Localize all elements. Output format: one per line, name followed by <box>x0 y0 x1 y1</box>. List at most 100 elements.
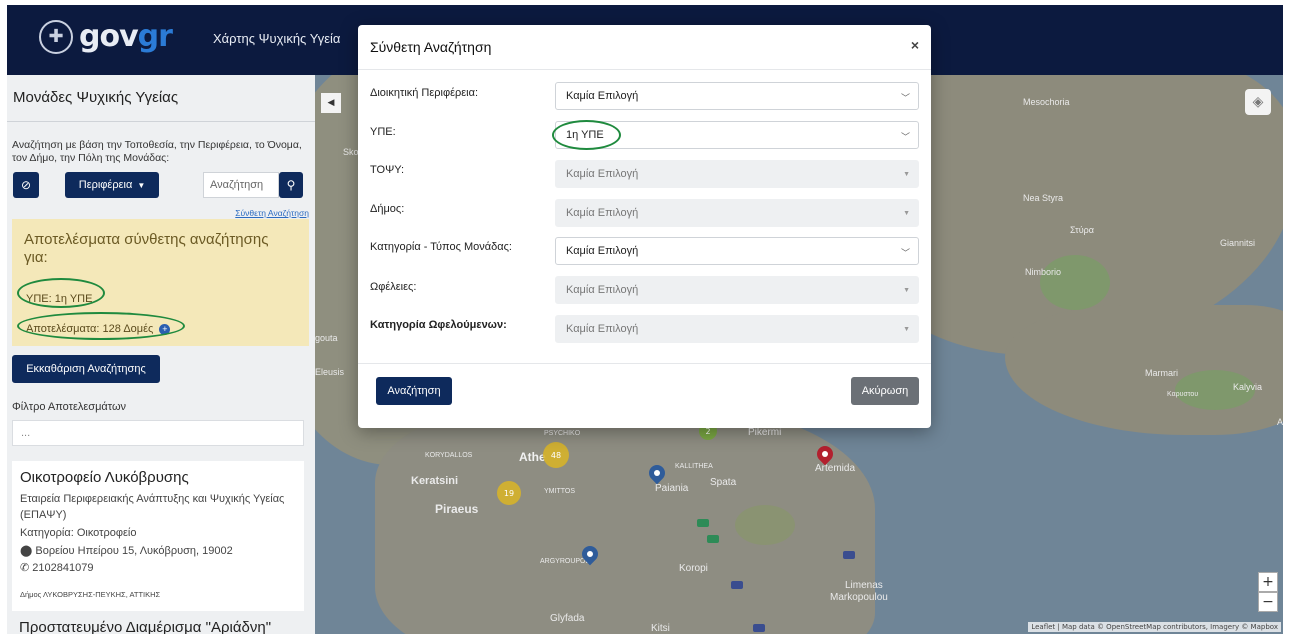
cancel-button[interactable]: Ακύρωση <box>851 377 919 405</box>
map-label-keratsini: Keratsini <box>411 475 459 487</box>
field-label-benefits: Ωφέλειες: <box>370 281 417 293</box>
card-phone-text: 2102841079 <box>32 562 94 574</box>
map-label-korydallos: KORYDALLOS <box>425 452 473 459</box>
govgr-logo[interactable]: ✚ govgr <box>39 19 173 54</box>
sidebar-title: Μονάδες Ψυχικής Υγείας <box>13 89 179 106</box>
map-label-marmari: Marmari <box>1145 368 1178 378</box>
card-title[interactable]: Οικοτροφείο Λυκόβρυσης <box>20 469 189 486</box>
select-topsy-value: Καμία Επιλογή <box>566 168 639 180</box>
map-label-spata: Spata <box>710 477 737 488</box>
field-label-ype: ΥΠΕ: <box>370 126 396 138</box>
highlight-ellipse-ype <box>17 278 105 308</box>
results-heading: Αποτελέσματα σύνθετης αναζήτησης για: <box>24 231 269 266</box>
map-label-kallithea: KALLITHEA <box>675 463 713 470</box>
caret-down-icon: ▼ <box>903 287 910 294</box>
chevron-down-icon: ﹀ <box>900 132 910 142</box>
map-attribution[interactable]: Leaflet | Map data © OpenStreetMap contr… <box>1028 622 1281 632</box>
chevron-down-icon: ﹀ <box>900 93 910 103</box>
road-badge <box>843 551 855 559</box>
map-label-sko: Sko <box>343 147 359 157</box>
field-label-beneficiaries: Κατηγορία Ωφελούμενων: <box>370 319 507 331</box>
select-topsy[interactable]: Καμία Επιλογή ▼ <box>555 160 919 188</box>
locate-button[interactable]: ⊘ <box>13 172 39 198</box>
select-beneficiaries-value: Καμία Επιλογή <box>566 323 639 335</box>
search-button[interactable]: Αναζήτηση <box>376 377 452 405</box>
modal-header-divider <box>358 69 931 70</box>
advanced-search-modal: Σύνθετη Αναζήτηση × Διοικητική Περιφέρει… <box>358 25 931 428</box>
search-icon: ⚲ <box>286 178 296 192</box>
zoom-out-button[interactable]: − <box>1258 592 1278 612</box>
field-label-region: Διοικητική Περιφέρεια: <box>370 87 479 99</box>
chevron-down-icon: ﹀ <box>900 248 910 258</box>
phone-icon: ✆ <box>20 562 30 574</box>
select-region[interactable]: Καμία Επιλογή ﹀ <box>555 82 919 110</box>
collapse-sidebar-button[interactable]: ◀ <box>321 93 341 113</box>
card-category: Κατηγορία: Οικοτροφείο <box>20 527 137 539</box>
sidebar-description: Αναζήτηση με βάση την Τοποθεσία, την Περ… <box>12 139 302 164</box>
map-land-attica <box>375 405 875 634</box>
highlight-ellipse-ype-select <box>552 120 621 150</box>
results-filter-input[interactable]: ... <box>12 420 304 446</box>
app-title[interactable]: Χάρτης Ψυχικής Υγεία <box>213 31 340 46</box>
map-label-ymittos: YMITTOS <box>544 488 575 495</box>
modal-footer-divider <box>358 363 931 364</box>
field-label-municipality: Δήμος: <box>370 203 405 215</box>
map-label-limenas: Limenas <box>845 580 883 591</box>
map-label-athens: Athe <box>519 450 546 464</box>
caret-down-icon: ▼ <box>903 210 910 217</box>
select-benefits[interactable]: Καμία Επιλογή ▼ <box>555 276 919 304</box>
close-icon[interactable]: × <box>911 37 919 53</box>
map-label-markopoulou: Markopoulou <box>830 592 888 603</box>
map-label-styra: Στύρα <box>1070 225 1094 235</box>
advanced-search-link[interactable]: Σύνθετη Αναζήτηση <box>235 208 309 218</box>
map-park-1 <box>1040 255 1110 310</box>
card-phone[interactable]: ✆ 2102841079 <box>20 561 93 574</box>
map-label-gouta: gouta <box>315 333 338 343</box>
road-badge <box>731 581 743 589</box>
map-label-mesochoria: Mesochoria <box>1023 97 1070 107</box>
clear-search-button[interactable]: Εκκαθάριση Αναζήτησης <box>12 355 160 383</box>
modal-title: Σύνθετη Αναζήτηση <box>370 39 492 55</box>
result-card-2-title[interactable]: Προστατευμένο Διαμέρισμα "Αριάδνη" <box>19 619 271 634</box>
map-label-koropi: Koropi <box>679 563 708 574</box>
select-municipality-value: Καμία Επιλογή <box>566 207 639 219</box>
card-address-text: Βορείου Ηπείρου 15, Λυκόβρυση, 19002 <box>35 545 233 557</box>
map-cluster-48[interactable]: 48 <box>543 442 569 468</box>
map-cluster-19[interactable]: 19 <box>497 481 521 505</box>
map-label-ar: Ar <box>1277 417 1283 427</box>
select-beneficiaries[interactable]: Καμία Επιλογή ▼ <box>555 315 919 343</box>
map-label-karystos: Καρυστου <box>1167 391 1199 398</box>
map-label-paiania: Paiania <box>655 483 689 494</box>
caret-down-icon: ▼ <box>137 180 146 190</box>
map-hill <box>735 505 795 545</box>
search-input[interactable]: Αναζήτηση <box>203 172 279 198</box>
select-unit-type-value: Καμία Επιλογή <box>566 245 639 257</box>
road-badge <box>697 519 709 527</box>
caret-down-icon: ▼ <box>903 326 910 333</box>
road-badge <box>707 535 719 543</box>
sidebar-divider <box>7 121 315 122</box>
field-label-topsy: ΤΟΨΥ: <box>370 164 405 176</box>
zoom-in-button[interactable]: + <box>1258 572 1278 592</box>
sidebar-panel: Μονάδες Ψυχικής Υγείας Αναζήτηση με βάση… <box>7 75 315 634</box>
map-label-nimborio: Nimborio <box>1025 267 1062 277</box>
field-label-unit-type: Κατηγορία - Τύπος Μονάδας: <box>370 241 512 253</box>
select-municipality[interactable]: Καμία Επιλογή ▼ <box>555 199 919 227</box>
search-button[interactable]: ⚲ <box>279 172 303 198</box>
map-label-psychiko: PSYCHIKO <box>544 430 581 437</box>
card-municipality: Δήμος ΛΥΚΟΒΡΥΣΗΣ-ΠΕΥΚΗΣ, ΑΤΤΙΚΗΣ <box>20 590 161 599</box>
region-dropdown-button[interactable]: Περιφέρεια ▼ <box>65 172 159 198</box>
map-label-piraeus: Piraeus <box>435 502 479 516</box>
location-pin-icon: ⬤ <box>20 545 33 557</box>
region-button-label: Περιφέρεια <box>78 179 133 191</box>
select-unit-type[interactable]: Καμία Επιλογή ﹀ <box>555 237 919 265</box>
highlight-ellipse-count <box>17 312 185 340</box>
card-address: ⬤ Βορείου Ηπείρου 15, Λυκόβρυση, 19002 <box>20 544 233 557</box>
result-card[interactable]: Οικοτροφείο Λυκόβρυσης Εταιρεία Περιφερε… <box>12 461 304 611</box>
greek-emblem-icon: ✚ <box>39 19 73 54</box>
map-label-eleusis: Eleusis <box>315 367 345 377</box>
layers-control-icon[interactable]: ◈ <box>1245 89 1271 115</box>
caret-down-icon: ▼ <box>903 171 910 178</box>
logo-text: govgr <box>79 19 173 54</box>
map-label-kitsi: Kitsi <box>651 623 670 634</box>
